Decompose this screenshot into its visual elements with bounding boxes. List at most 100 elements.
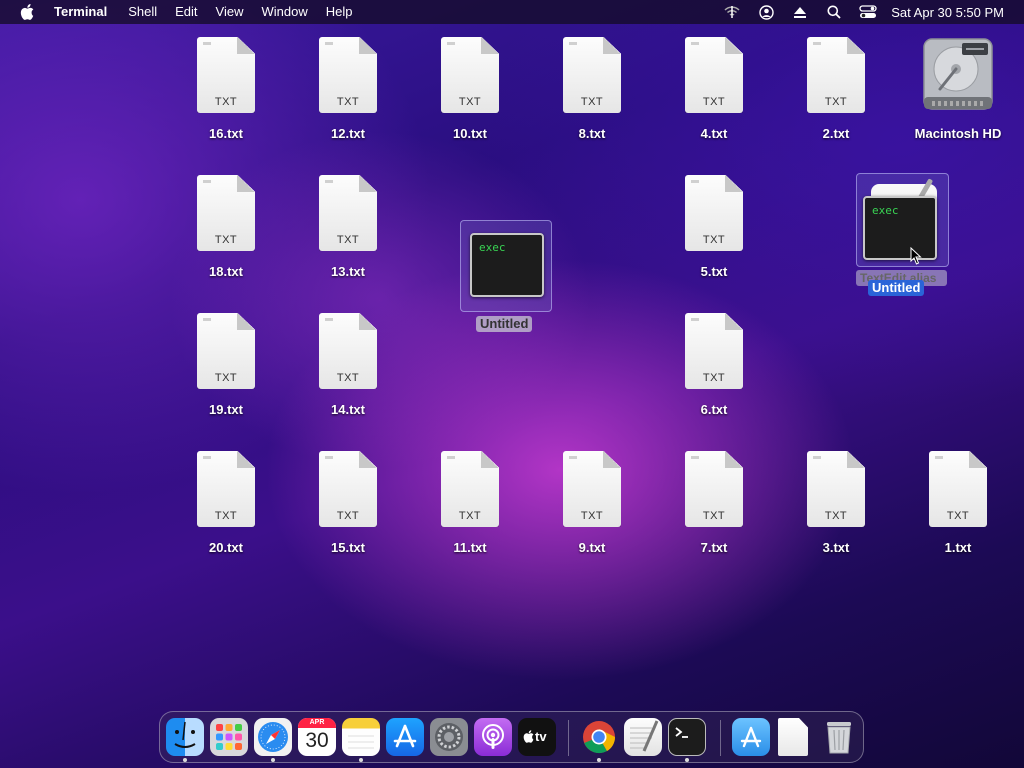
file-icon-8-txt[interactable]: TXT 8.txt (542, 37, 642, 157)
terminal-exec-icon: exec (470, 233, 544, 297)
file-icon-11-txt[interactable]: TXT 11.txt (420, 451, 520, 571)
txt-document-icon: TXT (319, 313, 377, 389)
txt-document-icon: TXT (197, 175, 255, 251)
menu-help[interactable]: Help (317, 0, 362, 24)
calendar-dock-icon[interactable]: APR 30 (298, 718, 336, 756)
system-preferences-dock-icon[interactable] (430, 718, 468, 756)
safari-dock-icon[interactable] (254, 718, 292, 756)
file-icon-20-txt[interactable]: TXT 20.txt (176, 451, 276, 571)
running-indicator (359, 758, 363, 762)
file-icon-5-txt[interactable]: TXT 5.txt (664, 175, 764, 295)
file-label: 4.txt (700, 126, 728, 141)
apple-tv-dock-icon[interactable]: tv (518, 718, 556, 756)
control-center-icon[interactable] (851, 0, 885, 24)
file-icon-14-txt[interactable]: TXT 14.txt (298, 313, 398, 433)
podcasts-dock-icon[interactable] (474, 718, 512, 756)
file-label: 1.txt (944, 540, 972, 555)
app-menu-terminal[interactable]: Terminal (54, 0, 119, 24)
menu-clock[interactable]: Sat Apr 30 5:50 PM (885, 5, 1024, 20)
file-label: 7.txt (700, 540, 728, 555)
apple-tv-label: tv (535, 729, 547, 744)
notes-dock-icon[interactable] (342, 718, 380, 756)
user-icon[interactable] (749, 0, 783, 24)
menu-view[interactable]: View (207, 0, 253, 24)
file-label: 6.txt (700, 402, 728, 417)
running-indicator (597, 758, 601, 762)
dock: APR 30 tv (159, 711, 864, 763)
macintosh-hd-icon-item[interactable]: Macintosh HD (908, 37, 1008, 157)
txt-document-icon: TXT (441, 37, 499, 113)
wifi-off-icon[interactable] (715, 0, 749, 24)
file-label: 10.txt (453, 126, 487, 141)
applications-folder-dock-icon[interactable] (732, 718, 770, 756)
hard-disk-icon (922, 37, 994, 111)
txt-document-icon: TXT (441, 451, 499, 527)
txt-document-icon: TXT (685, 451, 743, 527)
txt-document-icon: TXT (197, 313, 255, 389)
txt-document-icon: TXT (685, 313, 743, 389)
document-dock-icon[interactable] (778, 718, 808, 756)
exec-dragged-icon-item[interactable]: exec (856, 173, 949, 267)
dock-separator (720, 720, 721, 756)
chrome-dock-icon[interactable] (580, 718, 618, 756)
file-label: 5.txt (700, 264, 728, 279)
txt-document-icon: TXT (319, 451, 377, 527)
file-icon-19-txt[interactable]: TXT 19.txt (176, 313, 276, 433)
running-indicator (183, 758, 187, 762)
textedit-dock-icon[interactable] (624, 718, 662, 756)
txt-document-icon: TXT (197, 37, 255, 113)
file-icon-3-txt[interactable]: TXT 3.txt (786, 451, 886, 571)
file-label: 9.txt (578, 540, 606, 555)
menu-shell[interactable]: Shell (119, 0, 166, 24)
menu-bar: Terminal Shell Edit View Window Help Sat… (0, 0, 1024, 24)
txt-document-icon: TXT (685, 175, 743, 251)
launchpad-dock-icon[interactable] (210, 718, 248, 756)
finder-dock-icon[interactable] (166, 718, 204, 756)
txt-document-icon: TXT (197, 451, 255, 527)
terminal-exec-icon: exec (863, 196, 937, 260)
file-icon-16-txt[interactable]: TXT 16.txt (176, 37, 276, 157)
exec-untitled-icon-item[interactable]: exec (460, 220, 552, 312)
file-icon-10-txt[interactable]: TXT 10.txt (420, 37, 520, 157)
file-icon-1-txt[interactable]: TXT 1.txt (908, 451, 1008, 571)
file-label: 8.txt (578, 126, 606, 141)
file-icon-18-txt[interactable]: TXT 18.txt (176, 175, 276, 295)
file-label: 16.txt (209, 126, 243, 141)
file-icon-4-txt[interactable]: TXT 4.txt (664, 37, 764, 157)
file-label: 19.txt (209, 402, 243, 417)
file-icon-12-txt[interactable]: TXT 12.txt (298, 37, 398, 157)
app-store-dock-icon[interactable] (386, 718, 424, 756)
file-label: 18.txt (209, 264, 243, 279)
file-icon-15-txt[interactable]: TXT 15.txt (298, 451, 398, 571)
eject-icon[interactable] (783, 0, 817, 24)
calendar-month: APR (298, 718, 336, 728)
exec-untitled-label: Untitled (476, 316, 533, 332)
search-icon[interactable] (817, 0, 851, 24)
running-indicator (685, 758, 689, 762)
file-label: Macintosh HD (914, 126, 1002, 141)
trash-dock-icon[interactable] (820, 718, 858, 756)
file-label: 11.txt (453, 540, 487, 555)
file-label: 12.txt (331, 126, 365, 141)
menu-edit[interactable]: Edit (166, 0, 206, 24)
file-label: 15.txt (331, 540, 365, 555)
txt-document-icon: TXT (563, 451, 621, 527)
terminal-dock-icon[interactable] (668, 718, 706, 756)
file-icon-9-txt[interactable]: TXT 9.txt (542, 451, 642, 571)
file-label: 2.txt (822, 126, 850, 141)
file-icon-13-txt[interactable]: TXT 13.txt (298, 175, 398, 295)
file-icon-7-txt[interactable]: TXT 7.txt (664, 451, 764, 571)
txt-document-icon: TXT (563, 37, 621, 113)
file-label: 20.txt (209, 540, 243, 555)
txt-document-icon: TXT (685, 37, 743, 113)
txt-document-icon: TXT (929, 451, 987, 527)
menu-window[interactable]: Window (253, 0, 317, 24)
mouse-cursor-icon (910, 247, 922, 265)
file-icon-6-txt[interactable]: TXT 6.txt (664, 313, 764, 433)
dragged-untitled-label: Untitled (868, 280, 925, 296)
calendar-day: 30 (305, 729, 329, 752)
file-icon-2-txt[interactable]: TXT 2.txt (786, 37, 886, 157)
running-indicator (271, 758, 275, 762)
txt-document-icon: TXT (807, 451, 865, 527)
apple-menu-icon[interactable] (0, 4, 54, 20)
